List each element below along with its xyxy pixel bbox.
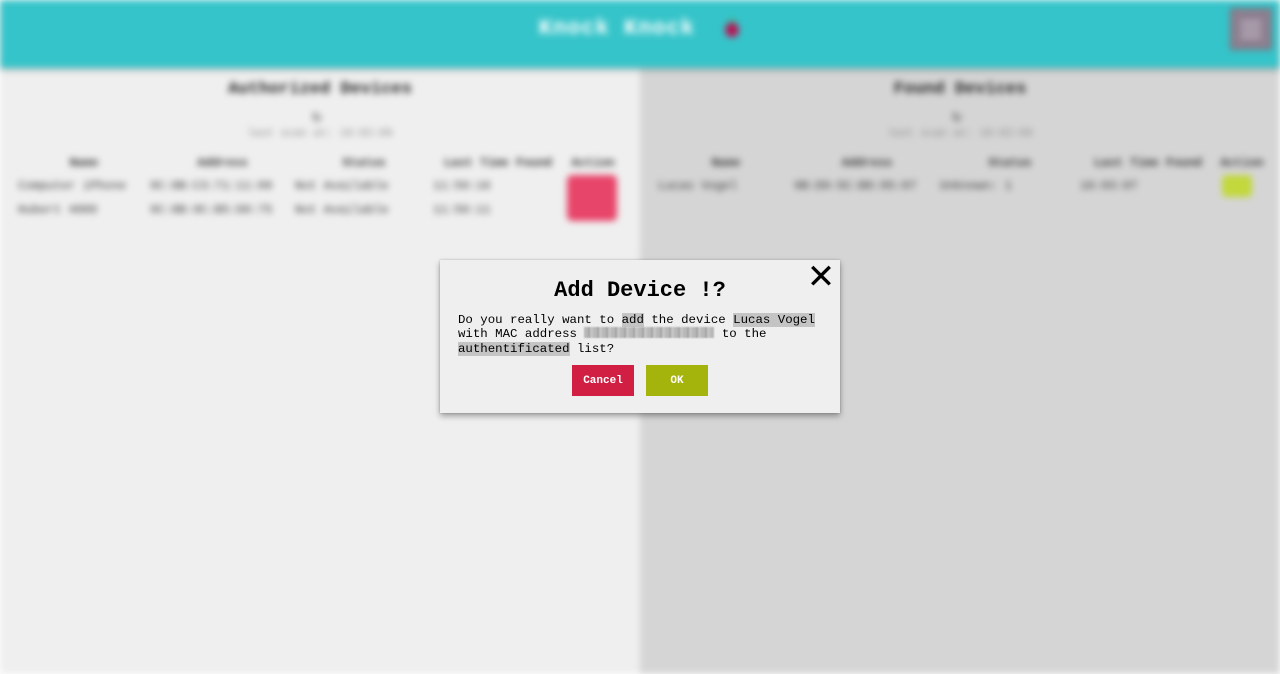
refresh-icon[interactable]: ↻ (312, 106, 322, 126)
device-status: Unknown: 1 (940, 179, 1013, 193)
device-address: 9B:D9:5C:B8:95:07 (794, 179, 917, 193)
dialog-buttons: Cancel OK (440, 365, 840, 396)
column-header: Status (988, 156, 1032, 170)
action-cell (563, 174, 623, 222)
table-header-row: Name Address Status Last Time Found Acti… (658, 152, 1268, 174)
found-devices-title: Found Devices (893, 80, 1027, 99)
last-scan-label: last scan at: 16:02:09 (247, 128, 393, 140)
hamburger-menu-icon (1241, 21, 1261, 24)
device-address: 9C:8B:C3:71:11:09 (150, 179, 273, 193)
table-row: Lucas Vogel 9B:D9:5C:B8:95:07 Unknown: 1… (658, 174, 1268, 198)
dialog-title: Add Device !? (554, 278, 726, 303)
table-row: Hubert 4000 9C:8B:9C:B5:D0:75 Not Availa… (18, 198, 623, 222)
column-header: Address (197, 156, 248, 170)
raspberry-pi-icon (725, 18, 740, 38)
column-header: Address (841, 156, 893, 170)
refresh-icon[interactable]: ↻ (952, 106, 962, 126)
add-device-button[interactable] (1222, 175, 1252, 197)
column-header: Last Time Found (443, 156, 553, 170)
ok-button[interactable]: OK (646, 365, 708, 396)
message-text: to the (714, 327, 767, 342)
column-header: Name (69, 156, 99, 170)
action-cell (1216, 174, 1268, 198)
message-text: Do you really want to (458, 313, 622, 327)
device-name: Hubert 4000 (18, 203, 98, 217)
authorized-devices-title: Authorized Devices (228, 80, 412, 99)
column-header: Action (1220, 156, 1264, 170)
hamburger-menu-icon-line (1241, 35, 1261, 38)
device-name-highlight: Lucas Vogel (733, 313, 815, 327)
cancel-button[interactable]: Cancel (572, 365, 634, 396)
message-text: with MAC address (458, 327, 585, 342)
authorized-devices-table: Name Address Status Last Time Found Acti… (18, 152, 623, 222)
device-status: Not Available (295, 179, 389, 193)
screen: Knock Knock Authorized Devices ↻ last sc… (0, 0, 1280, 674)
table-header-row: Name Address Status Last Time Found Acti… (18, 152, 623, 174)
message-text: list? (569, 341, 615, 356)
add-device-dialog: ✕ Add Device !? Do you really want to ad… (440, 260, 840, 413)
menu-button[interactable] (1230, 8, 1272, 50)
redacted-mac-address (584, 327, 715, 339)
device-last-found: 11:59:11 (433, 203, 491, 217)
column-header: Name (711, 156, 741, 170)
column-header: Status (342, 156, 386, 170)
column-header: Action (571, 156, 615, 170)
found-devices-table: Name Address Status Last Time Found Acti… (658, 152, 1268, 198)
app-title: Knock Knock (538, 16, 696, 41)
device-address: 9C:8B:9C:B5:D0:75 (150, 203, 273, 217)
remove-device-button[interactable] (567, 175, 617, 221)
device-name: Lucas Vogel (658, 179, 738, 193)
column-header: Last Time Found (1093, 156, 1203, 170)
table-row: Computer iPhone 9C:8B:C3:71:11:09 Not Av… (18, 174, 623, 221)
dialog-message: Do you really want to add the device Luc… (458, 313, 828, 356)
list-name-highlight: authentificated (458, 341, 570, 356)
last-scan-label: last scan at: 16:02:09 (887, 128, 1033, 140)
device-status: Not Available (295, 203, 389, 217)
app-header: Knock Knock (0, 0, 1280, 68)
device-name: Computer iPhone (18, 179, 127, 193)
message-text: the device (643, 313, 734, 327)
device-last-found: 11:59:16 (433, 179, 491, 193)
app-title-bar: Knock Knock (0, 16, 1280, 41)
hamburger-menu-icon-line (1241, 28, 1261, 31)
device-last-found: 16:03:07 (1080, 179, 1138, 193)
action-word: add (621, 313, 644, 327)
